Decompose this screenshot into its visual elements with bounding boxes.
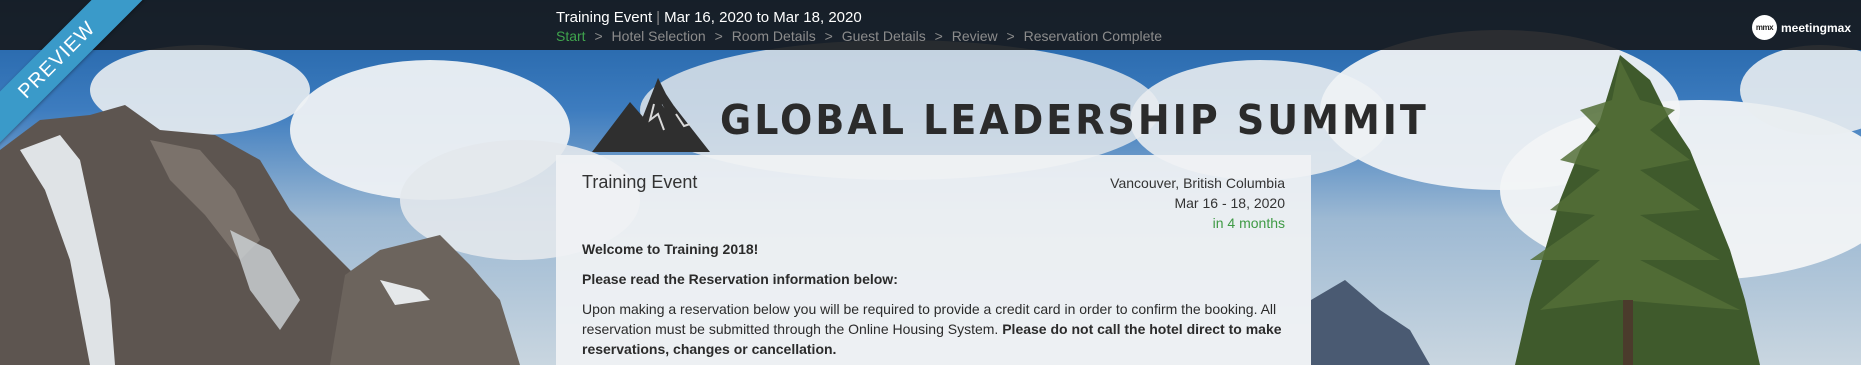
welcome-message: Welcome to Training 2018! (582, 241, 759, 257)
event-header: Training Event | Mar 16, 2020 to Mar 18, 2… (556, 9, 862, 26)
step-guest-details: Guest Details (841, 28, 926, 44)
step-hotel-selection: Hotel Selection (611, 28, 706, 44)
notice-paragraph: Upon making a reservation below you will… (582, 299, 1282, 359)
breadcrumb: Start > Hotel Selection > Room Details >… (556, 28, 1162, 44)
event-meta: Vancouver, British Columbia Mar 16 - 18,… (1110, 173, 1285, 233)
header-separator: | (656, 9, 661, 26)
event-dates: Mar 16 - 18, 2020 (1174, 195, 1285, 211)
event-logo: GLOBAL LEADERSHIP SUMMIT (592, 74, 1429, 154)
meetingmax-logo-icon: mmx (1751, 15, 1777, 40)
event-countdown: in 4 months (1212, 215, 1285, 231)
event-logo-title: GLOBAL LEADERSHIP SUMMIT (720, 96, 1429, 144)
event-title: Training Event (556, 9, 653, 26)
card-event-name: Training Event (582, 172, 698, 192)
event-location: Vancouver, British Columbia (1110, 175, 1285, 191)
step-separator: > (1006, 28, 1015, 44)
step-separator: > (594, 28, 603, 44)
brand-name: meetingmax (1780, 20, 1851, 35)
step-reservation-complete: Reservation Complete (1023, 28, 1163, 44)
preview-ribbon: PREVIEW (0, 0, 150, 150)
step-review: Review (951, 28, 998, 44)
step-separator: > (824, 28, 833, 44)
notice-heading: Please read the Reservation information … (582, 271, 898, 287)
step-separator: > (714, 28, 723, 44)
mountain-logo-icon (592, 78, 710, 152)
step-separator: > (934, 28, 943, 44)
event-info-card: Training Event Vancouver, British Columb… (556, 155, 1311, 365)
step-start[interactable]: Start (556, 28, 586, 44)
header-bar: Training Event | Mar 16, 2020 to Mar 18, 2… (0, 0, 1861, 50)
event-date-range: Mar 16, 2020 to Mar 18, 2020 (664, 9, 862, 26)
reservation-info: Welcome to Training 2018! Please read th… (582, 239, 1282, 365)
preview-ribbon-label: PREVIEW (0, 0, 144, 147)
meetingmax-logo[interactable]: mmx meetingmax (1751, 15, 1851, 40)
step-room-details: Room Details (731, 28, 816, 44)
